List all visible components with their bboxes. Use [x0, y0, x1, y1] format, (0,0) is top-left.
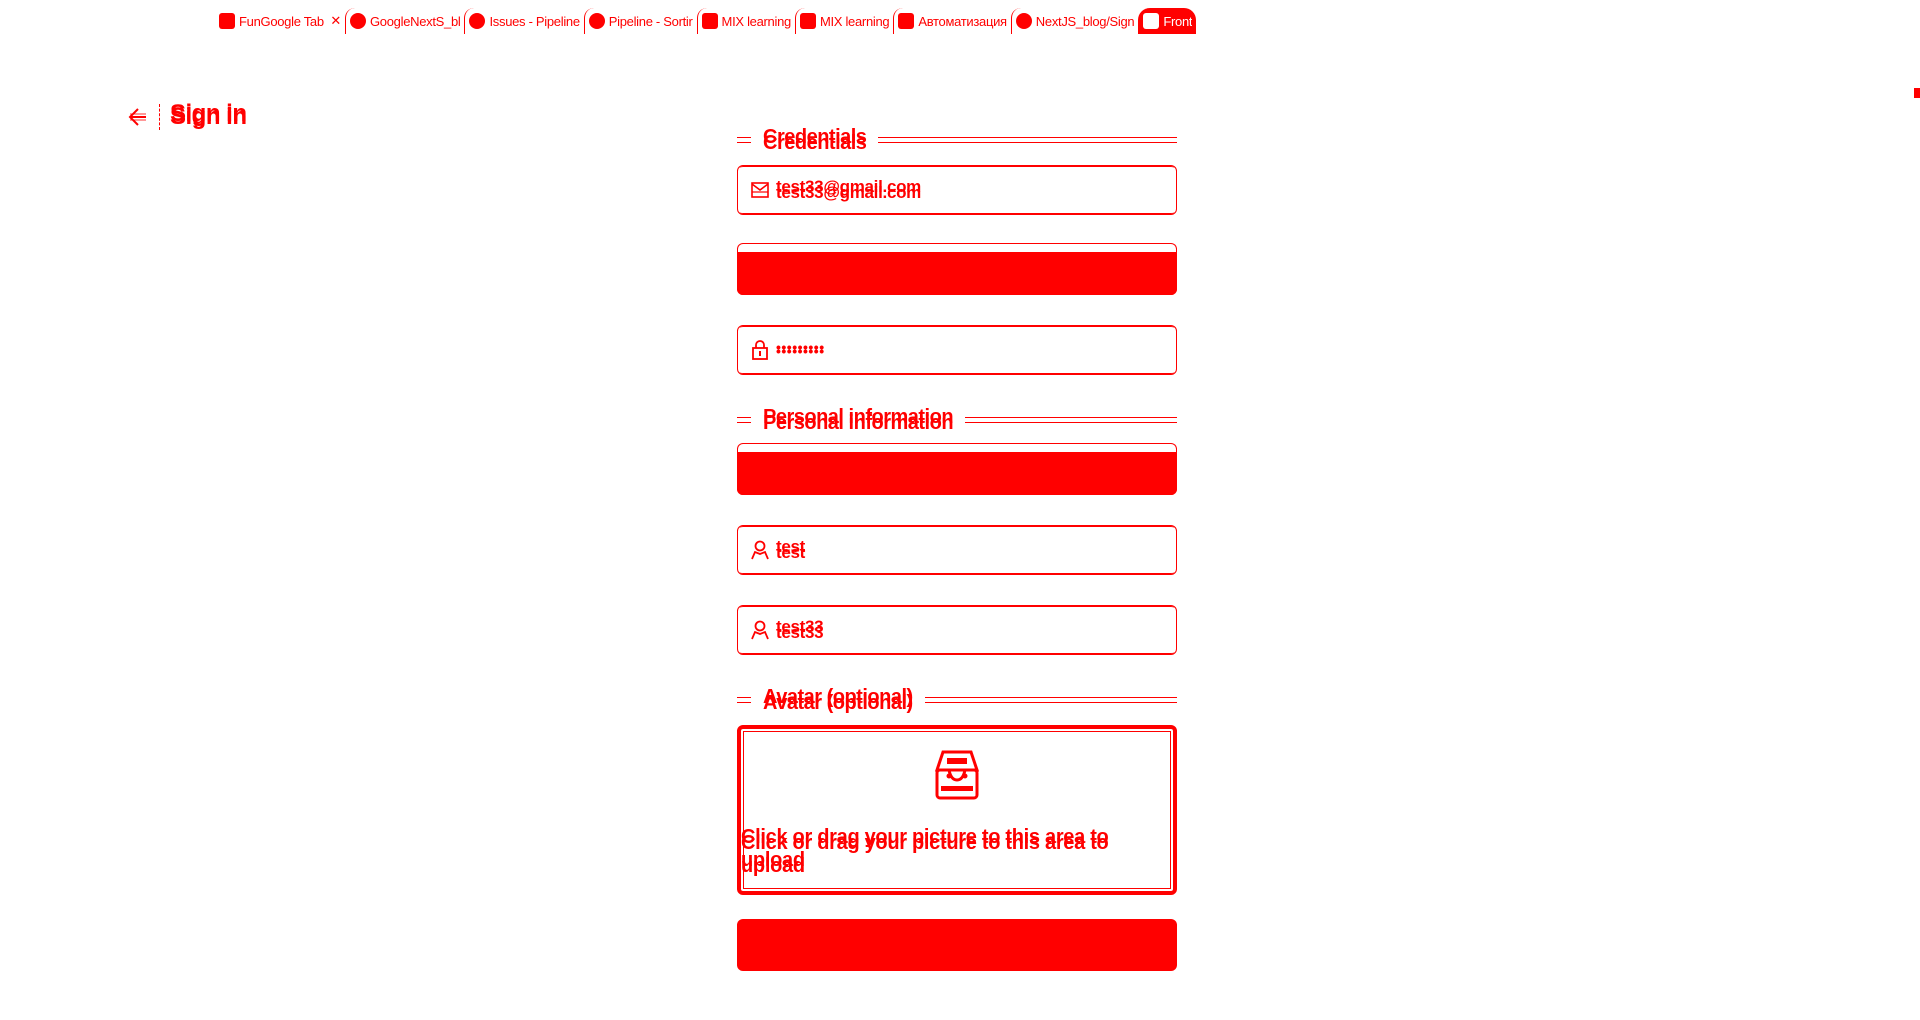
user-icon: [750, 620, 770, 640]
page-header: Sign in: [125, 103, 247, 131]
doc-icon: [799, 13, 816, 29]
browser-tab-active[interactable]: Front: [1138, 8, 1197, 34]
browser-tab[interactable]: Issues - Pipeline: [464, 8, 583, 34]
section-divider-avatar: Avatar (optional): [737, 685, 1177, 715]
submit-button[interactable]: [737, 919, 1177, 971]
page-title: Sign in: [170, 103, 247, 130]
mail-icon: [750, 180, 770, 200]
tab-title: NextJS_blog/Sign: [1035, 13, 1135, 29]
email-confirm-field[interactable]: [737, 243, 1177, 295]
sign-in-form: Credentials test33@gmail.com ••••••••• P…: [737, 125, 1177, 971]
first-name-field[interactable]: test: [737, 525, 1177, 575]
lock-icon: [750, 340, 770, 360]
app-icon: [1143, 13, 1160, 29]
section-divider-credentials: Credentials: [737, 125, 1177, 155]
github-icon: [1015, 13, 1032, 29]
email-value: test33@gmail.com: [776, 183, 921, 202]
gitlab-icon: [588, 13, 605, 29]
section-title: Avatar (optional): [763, 691, 913, 714]
avatar-upload-dropzone[interactable]: Click or drag your picture to this area …: [737, 725, 1177, 895]
gitlab-icon: [469, 13, 486, 29]
username-field[interactable]: [737, 443, 1177, 495]
section-divider-personal: Personal information: [737, 405, 1177, 435]
arrow-left-icon[interactable]: [125, 105, 149, 129]
browser-tab-strip: FunGoogle Tabs ✕ GoogleNextS_bl Issues -…: [215, 6, 1505, 36]
tab-title: Pipeline - Sortir: [608, 13, 693, 29]
header-divider: [159, 104, 160, 130]
tab-title: MIX learning: [721, 13, 791, 29]
browser-tab[interactable]: GoogleNextS_bl: [345, 8, 464, 34]
tab-title: MIX learning: [819, 13, 890, 29]
doc-icon: [701, 13, 718, 29]
first-name-value: test: [776, 543, 806, 562]
tab-title: Issues - Pipeline: [489, 13, 580, 29]
doc-icon: [898, 13, 915, 29]
email-field[interactable]: test33@gmail.com: [737, 165, 1177, 215]
browser-tab[interactable]: NextJS_blog/Sign: [1010, 8, 1139, 34]
gmail-icon: [219, 13, 235, 29]
password-value: •••••••••: [776, 343, 825, 359]
user-icon: [750, 540, 770, 560]
browser-tab[interactable]: MIX learning: [794, 8, 893, 34]
inbox-icon: [933, 748, 981, 804]
close-icon[interactable]: ✕: [330, 13, 341, 29]
tab-title: Автоматизация: [918, 13, 1007, 29]
github-icon: [350, 13, 366, 29]
last-name-value: test33: [776, 623, 824, 642]
last-name-field[interactable]: test33: [737, 605, 1177, 655]
browser-tab[interactable]: FunGoogle Tabs ✕: [215, 8, 345, 34]
tab-title: FunGoogle Tabs: [239, 13, 325, 29]
browser-tab[interactable]: MIX learning: [696, 8, 795, 34]
edge-marker: [1914, 88, 1920, 98]
password-field[interactable]: •••••••••: [737, 325, 1177, 375]
tab-title: GoogleNextS_bl: [370, 13, 461, 29]
browser-tab[interactable]: Pipeline - Sortir: [583, 8, 697, 34]
section-title: Credentials: [763, 131, 867, 154]
upload-hint-text: Click or drag your picture to this area …: [741, 832, 1109, 877]
tab-title: Front: [1163, 13, 1193, 29]
section-title: Personal information: [763, 411, 954, 434]
browser-tab[interactable]: Автоматизация: [893, 8, 1010, 34]
